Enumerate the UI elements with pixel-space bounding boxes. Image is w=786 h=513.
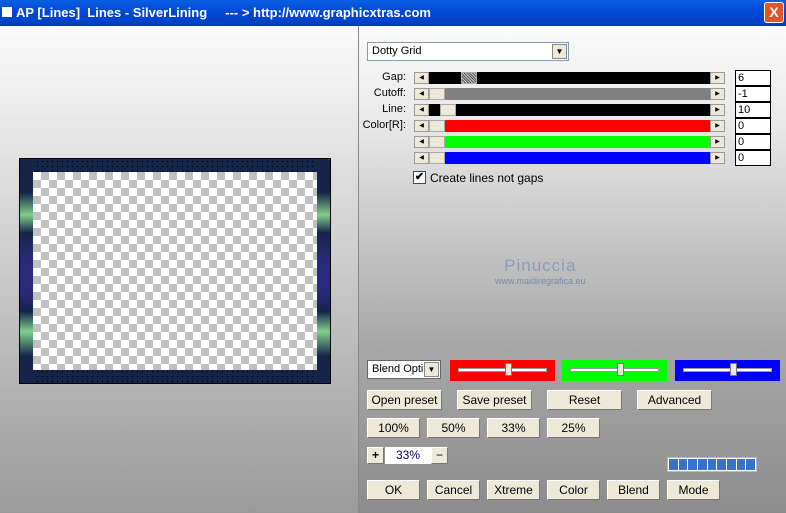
frame-left-edge <box>20 159 34 383</box>
slider-label: Color[R]: <box>362 119 406 131</box>
preset-advanced-button[interactable]: Advanced <box>637 390 712 410</box>
chevron-down-icon[interactable]: ▼ <box>552 44 567 59</box>
arrow-left-icon[interactable]: ◀ <box>414 152 429 164</box>
slider[interactable]: ◀ ▶ <box>414 88 725 100</box>
slider[interactable]: ◀ ▶ <box>414 136 725 148</box>
chevron-down-icon[interactable]: ▼ <box>424 362 439 377</box>
slider-value-input[interactable]: 10 <box>735 102 771 118</box>
slider-value-input[interactable]: -1 <box>735 86 771 102</box>
slider-track[interactable] <box>429 152 710 164</box>
progress-segment <box>727 459 736 470</box>
preset-reset-button[interactable]: Reset <box>547 390 622 410</box>
arrow-left-icon[interactable]: ◀ <box>414 104 429 116</box>
slider-track[interactable] <box>429 136 710 148</box>
slider-track[interactable] <box>429 72 710 84</box>
color-blend-slider[interactable] <box>562 360 667 381</box>
slider-thumb[interactable] <box>729 363 737 376</box>
window-title: AP [Lines] Lines - SilverLining --- > ht… <box>16 5 431 20</box>
slider-thumb[interactable] <box>439 104 456 116</box>
action-cancel-button[interactable]: Cancel <box>427 480 480 500</box>
action-blend-button[interactable]: Blend <box>607 480 660 500</box>
zoom-in-button[interactable]: + <box>367 447 384 464</box>
preset-save-preset-button[interactable]: Save preset <box>457 390 532 410</box>
slider-thumb[interactable] <box>460 72 477 84</box>
color-blend-slider[interactable] <box>675 360 780 381</box>
progress-segment <box>669 459 678 470</box>
slider-track[interactable] <box>429 120 710 132</box>
arrow-right-icon[interactable]: ▶ <box>710 152 725 164</box>
app-icon[interactable] <box>2 7 12 17</box>
color-blend-slider[interactable] <box>450 360 555 381</box>
progress-segment <box>746 459 756 470</box>
slider-value-input[interactable]: 0 <box>735 118 771 134</box>
progress-segment <box>717 459 727 470</box>
preview-image <box>19 158 331 384</box>
slider-thumb[interactable] <box>429 120 445 132</box>
zoom-100-button[interactable]: 100% <box>367 418 420 438</box>
slider-label: Gap: <box>382 71 406 83</box>
arrow-right-icon[interactable]: ▶ <box>710 136 725 148</box>
arrow-right-icon[interactable]: ▶ <box>710 72 725 84</box>
progress-segment <box>678 459 688 470</box>
slider-thumb[interactable] <box>429 152 445 164</box>
arrow-left-icon[interactable]: ◀ <box>414 72 429 84</box>
arrow-right-icon[interactable]: ▶ <box>710 104 725 116</box>
slider-label: Line: <box>382 103 406 115</box>
frame-right-edge <box>316 159 330 383</box>
slider[interactable]: ◀ ▶ <box>414 152 725 164</box>
action-color-button[interactable]: Color <box>547 480 600 500</box>
watermark-name: Pinuccia <box>504 256 577 275</box>
zoom-value[interactable]: 33% <box>385 447 431 464</box>
zoom-50-button[interactable]: 50% <box>427 418 480 438</box>
action-mode-button[interactable]: Mode <box>667 480 720 500</box>
slider-value-input[interactable]: 0 <box>735 134 771 150</box>
slider-track[interactable] <box>429 104 710 116</box>
progress-segment <box>698 459 707 470</box>
title-bar: AP [Lines] Lines - SilverLining --- > ht… <box>0 0 786 26</box>
slider-thumb[interactable] <box>616 363 624 376</box>
watermark: Pinuccia www.maidiregrafica.eu <box>495 256 586 286</box>
progress-segment <box>736 459 746 470</box>
preset-open-preset-button[interactable]: Open preset <box>367 390 442 410</box>
progress-segment <box>688 459 698 470</box>
slider-track <box>683 368 772 372</box>
preset-dropdown[interactable]: Dotty Grid ▼ <box>367 42 569 61</box>
slider-value-input[interactable]: 6 <box>735 70 771 86</box>
close-button[interactable]: X <box>764 2 784 23</box>
slider-value-input[interactable]: 0 <box>735 150 771 166</box>
create-lines-checkbox[interactable]: ✔ <box>413 171 426 184</box>
slider-label: Cutoff: <box>373 87 406 99</box>
action-ok-button[interactable]: OK <box>367 480 420 500</box>
slider-track[interactable] <box>429 88 710 100</box>
slider-track <box>458 368 547 372</box>
progress-segment <box>707 459 717 470</box>
zoom-33-button[interactable]: 33% <box>487 418 540 438</box>
slider-thumb[interactable] <box>504 363 512 376</box>
slider-track <box>570 368 659 372</box>
arrow-left-icon[interactable]: ◀ <box>414 120 429 132</box>
blend-options-dropdown[interactable]: Blend Opti ▼ <box>367 360 441 379</box>
slider-thumb[interactable] <box>429 136 445 148</box>
zoom-25-button[interactable]: 25% <box>547 418 600 438</box>
arrow-right-icon[interactable]: ▶ <box>710 120 725 132</box>
slider-thumb[interactable] <box>429 88 445 100</box>
action-xtreme-button[interactable]: Xtreme <box>487 480 540 500</box>
preset-dropdown-value: Dotty Grid <box>372 45 422 57</box>
transparent-area <box>33 172 317 370</box>
slider[interactable]: ◀ ▶ <box>414 120 725 132</box>
create-lines-label: Create lines not gaps <box>430 171 544 185</box>
progress-bar <box>667 457 757 472</box>
arrow-right-icon[interactable]: ▶ <box>710 88 725 100</box>
zoom-out-button[interactable]: − <box>431 447 448 464</box>
slider[interactable]: ◀ ▶ <box>414 72 725 84</box>
watermark-url: www.maidiregrafica.eu <box>495 276 586 286</box>
arrow-left-icon[interactable]: ◀ <box>414 88 429 100</box>
arrow-left-icon[interactable]: ◀ <box>414 136 429 148</box>
slider[interactable]: ◀ ▶ <box>414 104 725 116</box>
blend-dropdown-value: Blend Opti <box>372 363 424 375</box>
